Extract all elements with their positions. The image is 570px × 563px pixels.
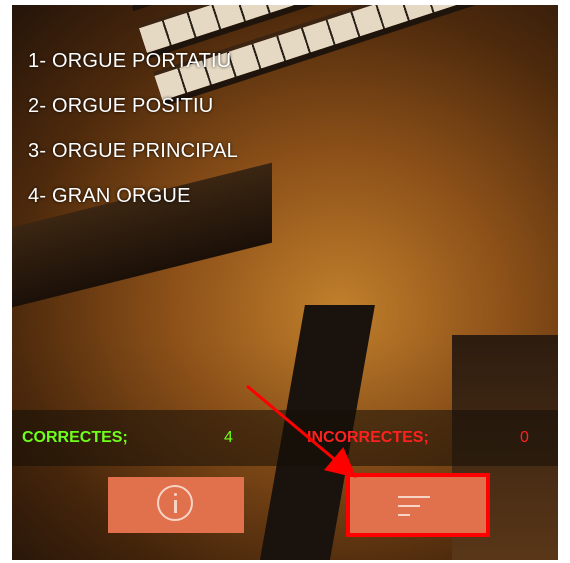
option-gran-orgue[interactable]: 4- GRAN ORGUE <box>28 185 238 208</box>
correct-count: 4 <box>224 429 233 446</box>
option-orgue-positiu[interactable]: 2- ORGUE POSITIU <box>28 95 238 118</box>
info-button[interactable] <box>108 477 244 533</box>
option-orgue-portatiu[interactable]: 1- ORGUE PORTATIU <box>28 50 238 73</box>
sort-lines-icon <box>398 496 430 516</box>
organ-options-menu: 1- ORGUE PORTATIU 2- ORGUE POSITIU 3- OR… <box>28 50 238 230</box>
stats-button[interactable] <box>350 477 486 533</box>
incorrect-label: INCORRECTES; <box>307 429 429 446</box>
info-circle-icon <box>157 485 193 521</box>
option-orgue-principal[interactable]: 3- ORGUE PRINCIPAL <box>28 140 238 163</box>
correct-label: CORRECTES; <box>22 429 128 446</box>
incorrect-count: 0 <box>520 429 529 446</box>
